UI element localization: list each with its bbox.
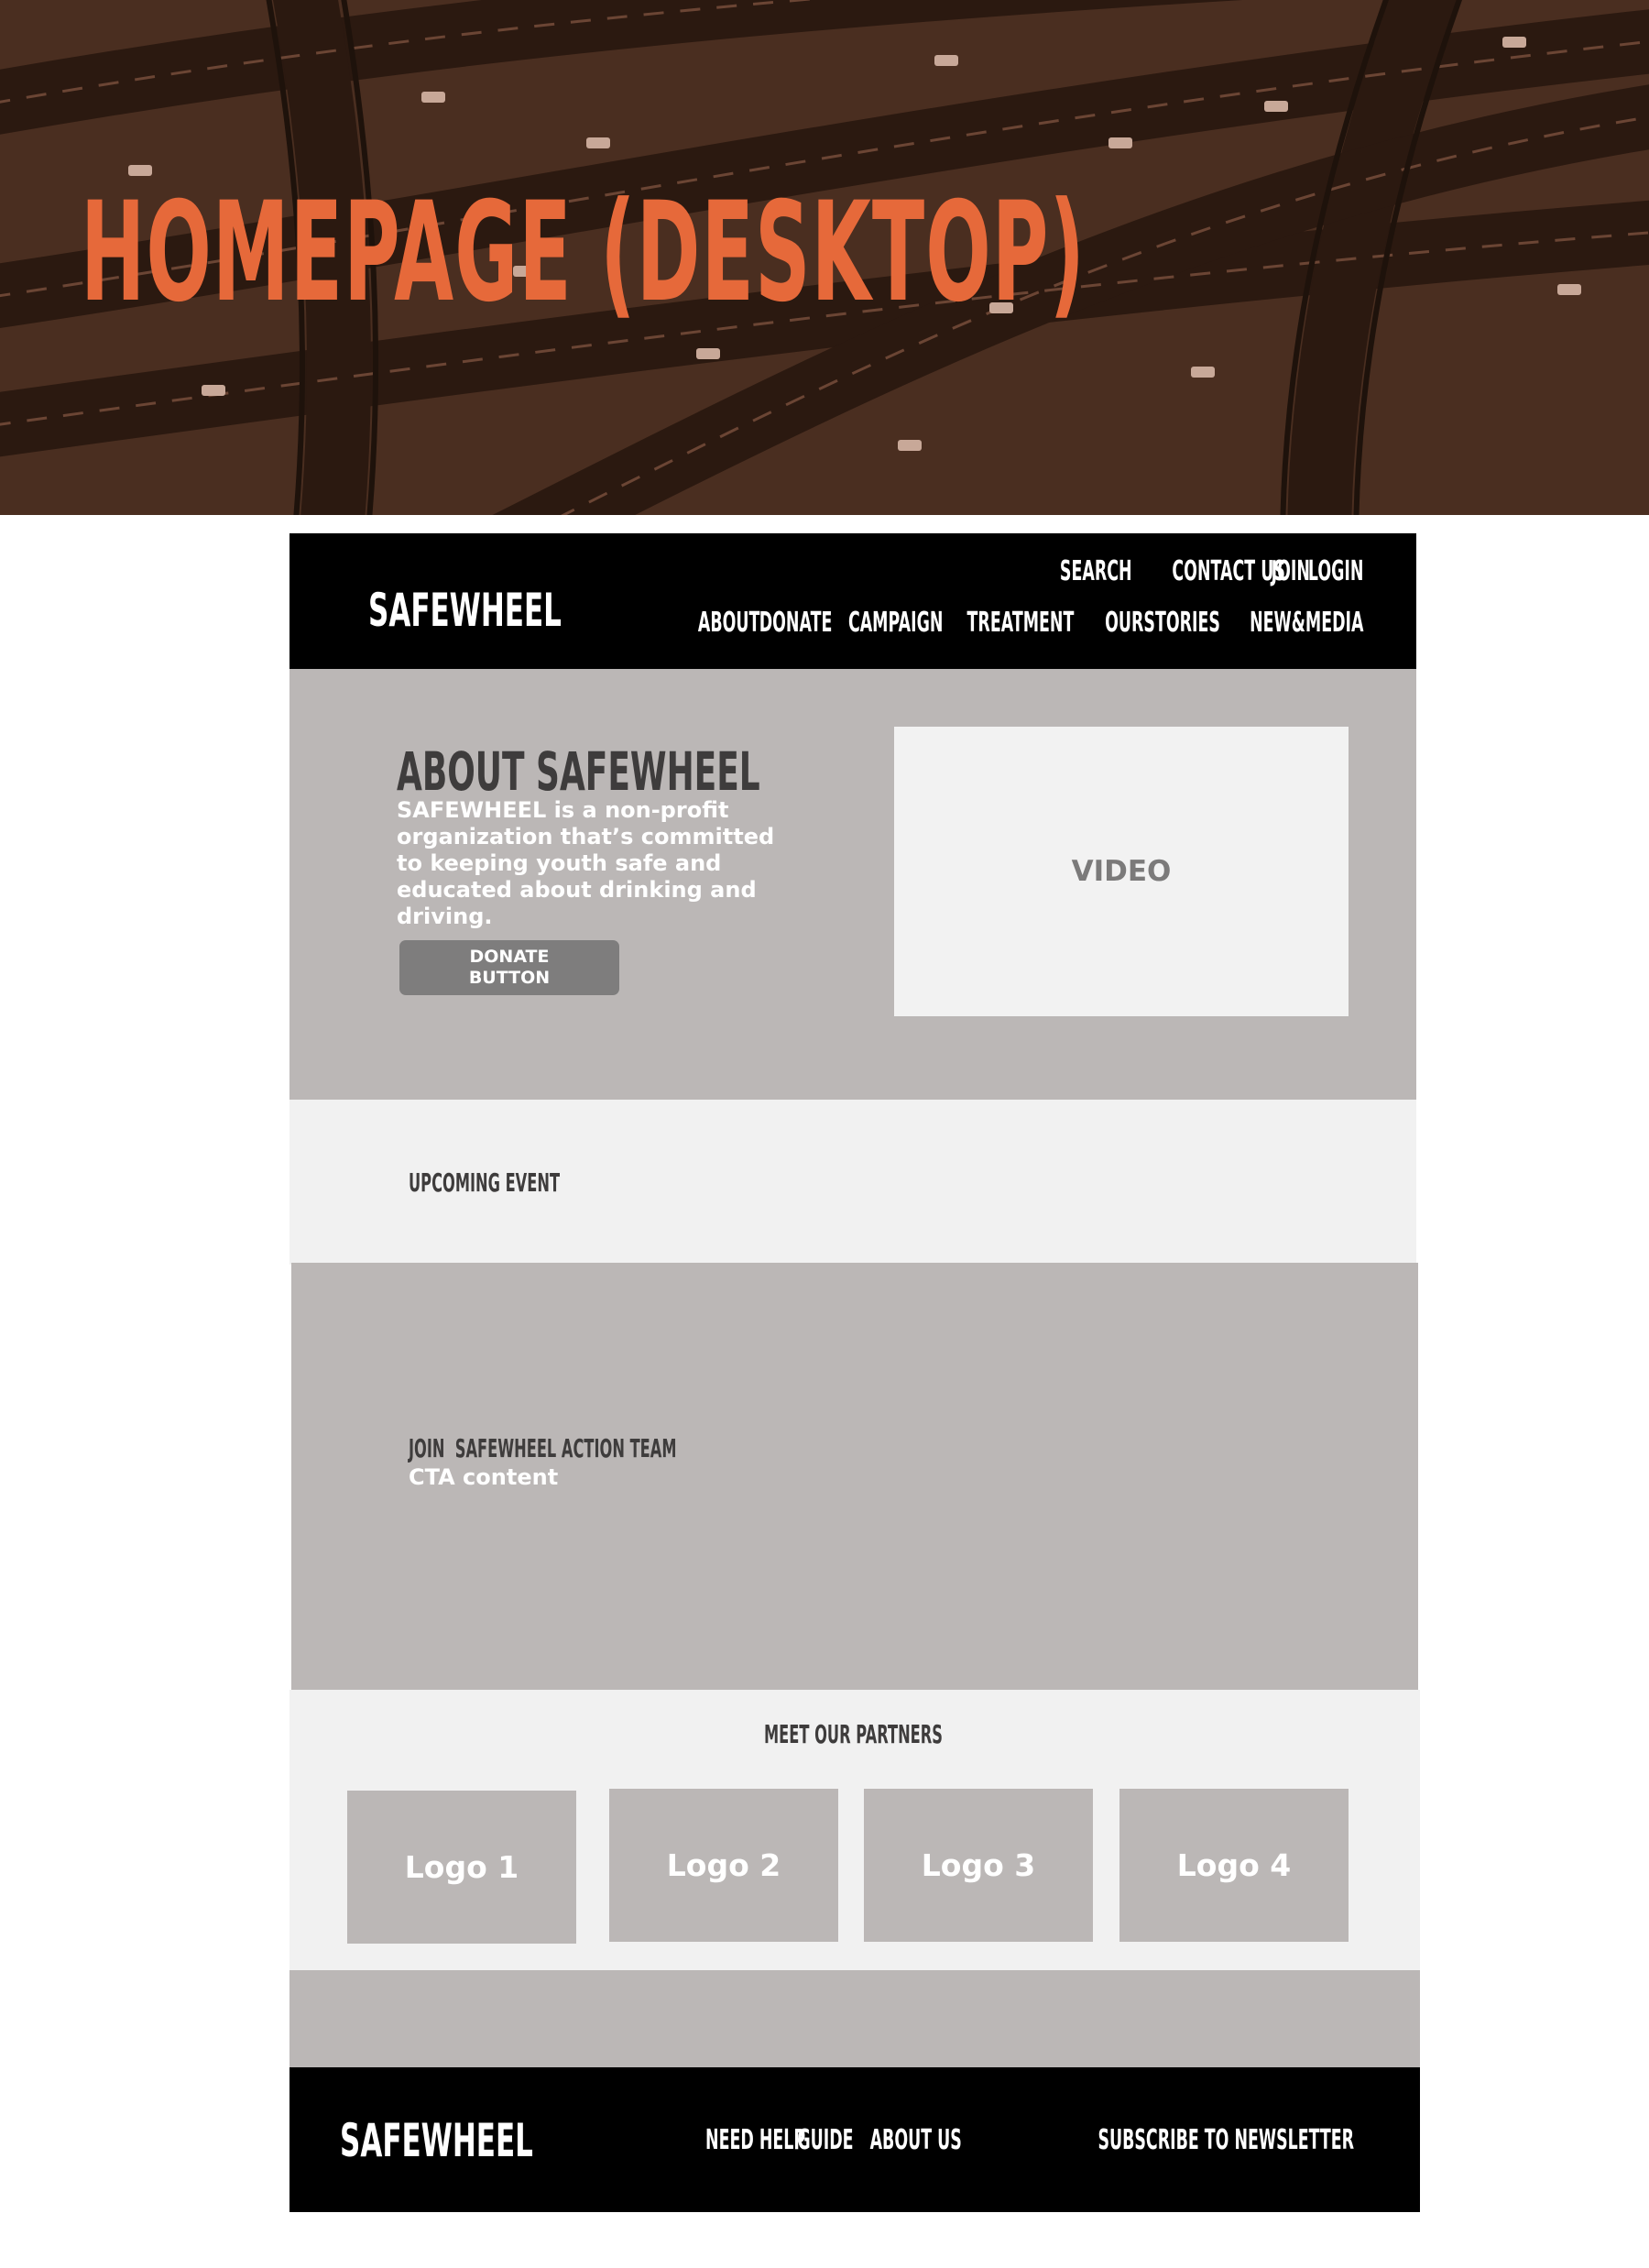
footer-nav-about-us[interactable]: ABOUT US bbox=[870, 2124, 962, 2157]
nav-login[interactable]: LOGIN bbox=[1307, 555, 1363, 588]
about-heading: ABOUT SAFEWHEEL bbox=[397, 740, 760, 803]
utility-nav: SEARCH CONTACT US JOIN LOGIN bbox=[1050, 555, 1363, 588]
nav-ourstories[interactable]: OURSTORIES bbox=[1105, 607, 1220, 640]
nav-about[interactable]: ABOUT bbox=[698, 607, 760, 640]
about-section: ABOUT SAFEWHEEL SAFEWHEEL is a non-profi… bbox=[289, 669, 1416, 1100]
partner-logo-4-label: Logo 4 bbox=[1176, 1847, 1292, 1883]
nav-contact-us[interactable]: CONTACT US bbox=[1172, 555, 1284, 588]
site-footer: SAFEWHEEL NEED HELP GUIDE ABOUT US SUBSC… bbox=[289, 2067, 1420, 2212]
nav-campaign[interactable]: CAMPAIGN bbox=[848, 607, 943, 640]
upcoming-event-heading: UPCOMING EVENT bbox=[409, 1167, 561, 1198]
nav-news-media[interactable]: NEW&MEDIA bbox=[1250, 607, 1363, 640]
nav-join[interactable]: JOIN bbox=[1271, 555, 1309, 588]
nav-treatment[interactable]: TREATMENT bbox=[967, 607, 1075, 640]
partner-logo-2-label: Logo 2 bbox=[666, 1847, 781, 1883]
cta-content: CTA content bbox=[409, 1464, 559, 1490]
video-label: VIDEO bbox=[1071, 855, 1172, 888]
partners-heading: MEET OUR PARTNERS bbox=[764, 1719, 943, 1749]
partner-logo-1-label: Logo 1 bbox=[404, 1849, 519, 1885]
partner-logo-1[interactable]: Logo 1 bbox=[347, 1791, 576, 1944]
pre-footer-band bbox=[289, 1970, 1420, 2069]
donate-button-label-line1: DONATE bbox=[469, 947, 550, 967]
main-nav: ABOUT DONATE CAMPAIGN TREATMENT OURSTORI… bbox=[698, 607, 1363, 640]
footer-nav: NEED HELP GUIDE ABOUT US SUBSCRIBE TO NE… bbox=[683, 2124, 1354, 2157]
nav-search[interactable]: SEARCH bbox=[1060, 555, 1132, 588]
cta-heading: JOIN SAFEWHEEL ACTION TEAM bbox=[409, 1433, 677, 1463]
action-team-cta-section: JOIN SAFEWHEEL ACTION TEAM CTA content bbox=[291, 1263, 1418, 1690]
partner-logo-3[interactable]: Logo 3 bbox=[864, 1789, 1093, 1942]
donate-button-label-line2: BUTTON bbox=[468, 968, 551, 988]
site-header: SAFEWHEEL SEARCH CONTACT US JOIN LOGIN A… bbox=[289, 533, 1416, 669]
upcoming-event-section: UPCOMING EVENT bbox=[289, 1100, 1416, 1265]
partner-logo-3-label: Logo 3 bbox=[921, 1847, 1036, 1883]
footer-nav-need-help[interactable]: NEED HELP bbox=[705, 2124, 805, 2157]
partner-logo-4[interactable]: Logo 4 bbox=[1119, 1789, 1349, 1942]
header-logo[interactable]: SAFEWHEEL bbox=[368, 585, 562, 636]
footer-logo[interactable]: SAFEWHEEL bbox=[340, 2115, 533, 2166]
footer-nav-guide[interactable]: GUIDE bbox=[797, 2124, 853, 2157]
about-description: SAFEWHEEL is a non-profit organization t… bbox=[397, 797, 775, 929]
hero-banner: HOMEPAGE (DESKTOP) bbox=[0, 0, 1649, 515]
video-placeholder[interactable]: VIDEO bbox=[894, 727, 1349, 1016]
footer-nav-subscribe[interactable]: SUBSCRIBE TO NEWSLETTER bbox=[1098, 2124, 1354, 2157]
partners-section: MEET OUR PARTNERS Logo 1 Logo 2 Logo 3 L… bbox=[289, 1690, 1420, 1970]
nav-donate[interactable]: DONATE bbox=[759, 607, 833, 640]
partner-logo-2[interactable]: Logo 2 bbox=[609, 1789, 838, 1942]
donate-button[interactable]: DONATE BUTTON bbox=[399, 940, 619, 995]
page-title: HOMEPAGE (DESKTOP) bbox=[81, 173, 1087, 333]
